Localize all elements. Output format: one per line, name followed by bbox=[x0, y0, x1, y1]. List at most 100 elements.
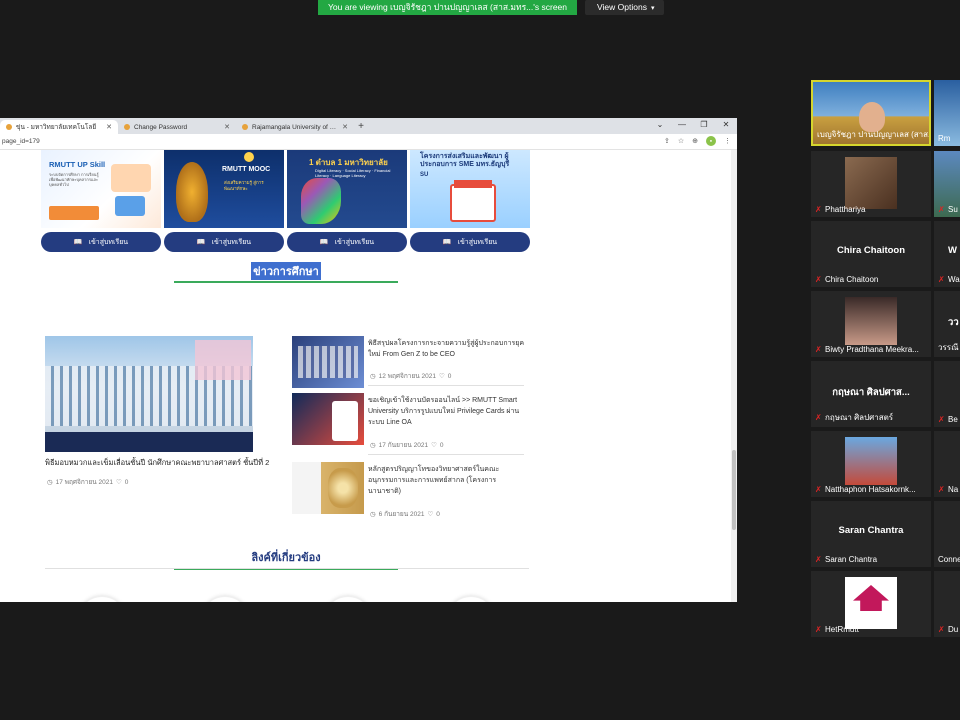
mic-muted-icon: ✗ bbox=[938, 625, 945, 634]
clock-icon: ◷ bbox=[370, 442, 376, 449]
clock-icon: ◷ bbox=[47, 479, 53, 486]
course-card-sme[interactable]: โครงการส่งเสริมและพัฒนา ผู้ประกอบการ SME… bbox=[410, 150, 530, 228]
address-bar-icons: ⇪ ☆ ⊕ ● ⋮ bbox=[664, 136, 731, 146]
participant-tile[interactable]: ✗ Be bbox=[934, 361, 960, 427]
screen-share-banner: You are viewing เบญจิรัชฎา ปานปญญาเลส (ส… bbox=[318, 0, 665, 15]
main-news-meta: ◷ 17 พฤศจิกายน 2021 ♡ 0 bbox=[47, 477, 128, 487]
close-icon[interactable]: ✕ bbox=[224, 123, 230, 131]
viewing-message: You are viewing เบญจิรัชฎา ปานปญญาเลส (ส… bbox=[318, 0, 578, 15]
course-card-mooc[interactable]: RMUTT MOOC ส่งเสริมความรู้ สู่การพัฒนาทั… bbox=[164, 150, 284, 228]
mic-muted-icon: ✗ bbox=[938, 485, 945, 494]
participant-tile[interactable]: ✗ Na bbox=[934, 431, 960, 497]
book-icon: 📖 bbox=[73, 239, 83, 246]
news-item-image[interactable] bbox=[292, 393, 364, 445]
mic-muted-icon: ✗ bbox=[815, 345, 822, 354]
course-subtitle: ระบบจัดการศึกษา การเรียนรู้เพื่อพัฒนาทัก… bbox=[49, 172, 99, 187]
news-item-image[interactable] bbox=[292, 336, 364, 388]
url-text: page_id=179 bbox=[2, 138, 40, 145]
mic-muted-icon: ✗ bbox=[815, 625, 822, 634]
news-item-title[interactable]: พิธีสรุปผลโครงการกระจายความรู้สู่ผู้ประก… bbox=[368, 338, 528, 360]
share-icon[interactable]: ⇪ bbox=[664, 137, 670, 145]
main-news-image[interactable] bbox=[45, 336, 253, 452]
profile-avatar[interactable]: ● bbox=[706, 136, 716, 146]
news-item-title[interactable]: ขอเชิญเข้าใช้งานบัตรออนไลน์ >> RMUTT Sma… bbox=[368, 395, 528, 428]
heart-icon[interactable]: ♡ bbox=[427, 510, 433, 518]
more-icon[interactable]: ⋮ bbox=[724, 137, 731, 145]
related-links-heading: ลิงค์ที่เกี่ยวข้อง bbox=[0, 548, 572, 566]
mic-muted-icon: ✗ bbox=[815, 485, 822, 494]
participant-name: ✗ Phatthariya bbox=[815, 205, 866, 214]
restore-icon[interactable]: ❐ bbox=[693, 118, 715, 134]
close-icon[interactable]: ✕ bbox=[106, 123, 112, 131]
participant-display-name: กฤษณา ศิลปศาส... bbox=[832, 387, 910, 398]
participant-name: ✗ Chira Chaitoon bbox=[815, 275, 879, 284]
browser-tab-2[interactable]: Change Password ✕ bbox=[118, 120, 236, 134]
enter-lesson-button[interactable]: 📖 เข้าสู่บทเรียน bbox=[410, 232, 530, 252]
close-icon[interactable]: ✕ bbox=[342, 123, 348, 131]
related-link-home[interactable]: ⌂ bbox=[446, 596, 496, 602]
participant-tile[interactable]: W ✗ Wa bbox=[934, 221, 960, 287]
participant-tile[interactable]: ✗ Natthaphon Hatsakornk... bbox=[811, 431, 931, 497]
address-bar[interactable]: page_id=179 ⇪ ☆ ⊕ ● ⋮ bbox=[0, 134, 737, 150]
book-icon: 📖 bbox=[442, 239, 452, 246]
participant-tile[interactable]: Rm bbox=[934, 80, 960, 146]
mic-muted-icon: ✗ bbox=[938, 415, 945, 424]
participant-name: ✗ กฤษณา ศิลปศาสตร์ bbox=[815, 413, 894, 422]
button-label: เข้าสู่บทเรียน bbox=[334, 238, 375, 246]
tab-title: ขุ่น - มหาวิทยาลัยเทคโนโลยี bbox=[16, 124, 97, 131]
star-icon[interactable]: ☆ bbox=[678, 137, 684, 145]
chevron-down-icon: ▾ bbox=[650, 5, 655, 12]
participant-tile[interactable]: Chira Chaitoon ✗ Chira Chaitoon bbox=[811, 221, 931, 287]
related-heading-text: ลิงค์ที่เกี่ยวข้อง bbox=[251, 552, 321, 564]
news-item-meta: ◷ 17 กันยายน 2021 ♡ 0 bbox=[370, 440, 444, 450]
scroll-thumb[interactable] bbox=[732, 450, 736, 530]
news-item-image[interactable] bbox=[292, 462, 364, 514]
heart-icon[interactable]: ♡ bbox=[116, 478, 122, 486]
participant-tile[interactable]: ✗ Su bbox=[934, 151, 960, 217]
course-card-upskill[interactable]: RMUTT UP Skill ระบบจัดการศึกษา การเรียนร… bbox=[41, 150, 161, 228]
participant-tile[interactable]: ✗ Biwty Pradthana Meekra... bbox=[811, 291, 931, 357]
participant-tile[interactable]: ✗ Phatthariya bbox=[811, 151, 931, 217]
participant-tile[interactable]: Conne bbox=[934, 501, 960, 567]
participant-tile[interactable]: ✗ HetRmutt bbox=[811, 571, 931, 637]
divider bbox=[368, 454, 524, 455]
extension-icon[interactable]: ⊕ bbox=[692, 137, 698, 145]
participant-tile[interactable]: Saran Chantra ✗ Saran Chantra bbox=[811, 501, 931, 567]
browser-tab-3[interactable]: Rajamangala University of Techn ✕ bbox=[236, 120, 354, 134]
participant-tile[interactable]: ✗ Du bbox=[934, 571, 960, 637]
participant-name: ✗ Du bbox=[938, 625, 959, 634]
mic-muted-icon: ✗ bbox=[815, 275, 822, 284]
book-icon: 📖 bbox=[319, 239, 329, 246]
enter-lesson-button[interactable]: 📖 เข้าสู่บทเรียน bbox=[41, 232, 161, 252]
related-link-windows[interactable]: ⊞ bbox=[200, 596, 250, 602]
heart-icon[interactable]: ♡ bbox=[439, 372, 445, 380]
participant-tile[interactable]: เบญจิรัชฎา ปานปญญาเลส (สาส.ม... bbox=[811, 80, 931, 146]
new-tab-button[interactable]: + bbox=[354, 120, 368, 134]
participant-name: ✗ Be bbox=[938, 415, 958, 424]
like-count: 0 bbox=[436, 510, 440, 518]
main-news-title[interactable]: พิธีมอบหมวกและเข็มเลื่อนชั้นปี นักศึกษาค… bbox=[45, 457, 285, 469]
like-count: 0 bbox=[124, 478, 129, 486]
participant-name: วรรณี bbox=[938, 343, 959, 352]
minimize-icon[interactable]: — bbox=[671, 118, 693, 134]
shared-browser-window: ขุ่น - มหาวิทยาลัยเทคโนโลยี ✕ Change Pas… bbox=[0, 118, 737, 602]
related-link-user[interactable]: ◯ bbox=[323, 596, 373, 602]
enter-lesson-button[interactable]: 📖 เข้าสู่บทเรียน bbox=[164, 232, 284, 252]
heart-icon[interactable]: ♡ bbox=[431, 441, 437, 449]
related-link-book[interactable]: ▤ bbox=[77, 596, 127, 602]
page-scrollbar[interactable] bbox=[731, 150, 737, 602]
close-window-icon[interactable]: ✕ bbox=[715, 118, 737, 134]
participant-display-name: Saran Chantra bbox=[838, 525, 904, 536]
participant-name: Rm bbox=[938, 134, 951, 143]
participant-tile[interactable]: กฤษณา ศิลปศาส... ✗ กฤษณา ศิลปศาสตร์ bbox=[811, 361, 931, 427]
view-options-button[interactable]: View Options ▾ bbox=[585, 0, 665, 15]
button-label: เข้าสู่บทเรียน bbox=[211, 238, 252, 246]
course-card-one-tambon[interactable]: 1 ตำบล 1 มหาวิทยาลัย Digital Literacy · … bbox=[287, 150, 407, 228]
enter-lesson-button[interactable]: 📖 เข้าสู่บทเรียน bbox=[287, 232, 407, 252]
news-date: 17 พฤศจิกายน 2021 bbox=[55, 479, 113, 486]
news-item-title[interactable]: หลักสูตรปริญญาโทของวิทยาศาสตร์ในคณะอนุกร… bbox=[368, 464, 528, 497]
participant-display-name: W bbox=[948, 245, 957, 256]
participant-tile[interactable]: วว วรรณี bbox=[934, 291, 960, 357]
tab-list-icon[interactable]: ⌄ bbox=[649, 118, 671, 134]
browser-tab-1[interactable]: ขุ่น - มหาวิทยาลัยเทคโนโลยี ✕ bbox=[0, 120, 118, 134]
